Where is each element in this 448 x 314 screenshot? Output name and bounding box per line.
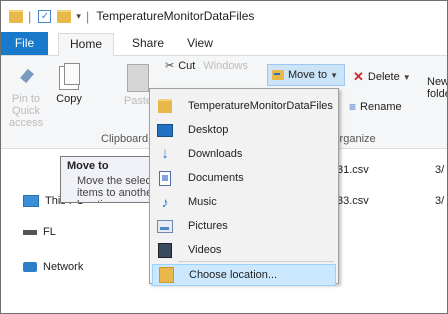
cut-label: Cut — [178, 59, 196, 72]
new-folder-quick-icon[interactable] — [57, 9, 72, 23]
drive-icon — [23, 229, 37, 235]
menu-item-label: Documents — [188, 172, 244, 184]
paste-icon — [127, 64, 149, 92]
tab-home[interactable]: Home — [58, 33, 114, 56]
choose-location-folder-icon — [158, 267, 174, 283]
delete-label: Delete — [367, 71, 400, 83]
customize-toolbar-icon[interactable]: ▾ — [76, 11, 81, 22]
pin-quick-access-button[interactable]: Pin to Quick access — [1, 68, 51, 129]
cut-button[interactable]: ✂ Cut Windows — [165, 59, 248, 73]
file-row-1-date: 3/ — [435, 164, 445, 176]
nav-network-label: Network — [43, 261, 84, 273]
menu-item-videos[interactable]: Videos — [152, 239, 336, 261]
menu-item-label: Pictures — [188, 220, 228, 232]
network-icon — [23, 262, 37, 272]
pin-icon — [15, 68, 37, 90]
tab-view[interactable]: View — [182, 33, 218, 54]
folder-icon — [9, 9, 23, 23]
menu-item-music[interactable]: ♪ Music — [152, 191, 336, 213]
menu-item-label: TemperatureMonitorDataFiles — [188, 100, 333, 112]
explorer-window: | ✓ ▾ | TemperatureMonitorDataFiles File… — [0, 0, 448, 314]
clipboard-group-label: Clipboard — [101, 133, 149, 145]
scissors-icon: ✂ — [165, 60, 175, 72]
file-row-1-name[interactable]: 31.csv — [337, 164, 369, 176]
title-bar: | ✓ ▾ | TemperatureMonitorDataFiles — [1, 1, 447, 31]
paste-label: Paste — [123, 95, 153, 107]
title-separator: | — [28, 8, 32, 24]
tab-share[interactable]: Share — [128, 33, 168, 54]
copy-button[interactable]: Copy — [51, 63, 87, 105]
menu-item-label: Videos — [188, 244, 222, 256]
computer-icon — [23, 195, 39, 207]
rename-button[interactable]: ≡ Rename — [349, 100, 402, 114]
move-to-button[interactable]: Move to ▼ — [267, 64, 345, 86]
menu-item-desktop[interactable]: Desktop — [152, 119, 336, 141]
menu-item-downloads[interactable]: ↓ Downloads — [152, 143, 336, 165]
new-folder-button[interactable]: New folder — [427, 76, 448, 100]
menu-item-label: Desktop — [188, 124, 229, 136]
faded-ribbon-text: Windows — [203, 59, 248, 72]
file-row-2-name[interactable]: 33.csv — [337, 195, 369, 207]
chevron-down-icon: ▼ — [330, 70, 339, 80]
file-row-2-date: 3/ — [435, 195, 445, 207]
menu-item-temperature-folder[interactable]: TemperatureMonitorDataFiles — [152, 95, 336, 117]
delete-button[interactable]: ✕ Delete ▼ — [353, 69, 411, 85]
rename-icon: ≡ — [349, 100, 357, 114]
new-folder-label: New folder — [427, 76, 448, 100]
menu-item-label: Downloads — [188, 148, 243, 160]
chevron-down-icon: ▼ — [402, 72, 411, 82]
menu-item-documents[interactable]: Documents — [152, 167, 336, 189]
videos-icon — [158, 242, 172, 258]
move-to-menu: TemperatureMonitorDataFiles Desktop ↓ Do… — [149, 88, 339, 286]
documents-icon — [159, 170, 171, 186]
delete-icon: ✕ — [353, 69, 364, 84]
nav-item-flash-drive[interactable]: FL — [23, 226, 56, 238]
menu-item-label: Music — [188, 196, 217, 208]
copy-icon — [59, 63, 80, 90]
ribbon-tabs: File Home Share View — [1, 31, 447, 56]
pin-label: Pin to Quick access — [8, 93, 44, 129]
pictures-icon — [157, 219, 173, 233]
move-to-label: Move to — [288, 69, 328, 81]
properties-check-icon[interactable]: ✓ — [38, 9, 52, 23]
menu-separator — [178, 261, 334, 262]
tab-file[interactable]: File — [1, 32, 48, 55]
nav-item-network[interactable]: Network — [23, 261, 83, 273]
menu-item-pictures[interactable]: Pictures — [152, 215, 336, 237]
move-to-icon — [272, 70, 284, 80]
menu-item-label: Choose location... — [189, 269, 278, 281]
music-icon: ♪ — [161, 194, 169, 210]
menu-item-choose-location[interactable]: Choose location... — [152, 264, 336, 286]
downloads-icon: ↓ — [161, 145, 169, 162]
rename-label: Rename — [360, 101, 402, 113]
folder-icon — [158, 99, 172, 113]
window-title: TemperatureMonitorDataFiles — [96, 9, 255, 23]
title-separator-2: | — [85, 8, 90, 24]
nav-flash-label: FL — [43, 226, 56, 238]
copy-label: Copy — [56, 93, 82, 105]
desktop-icon — [157, 123, 173, 137]
